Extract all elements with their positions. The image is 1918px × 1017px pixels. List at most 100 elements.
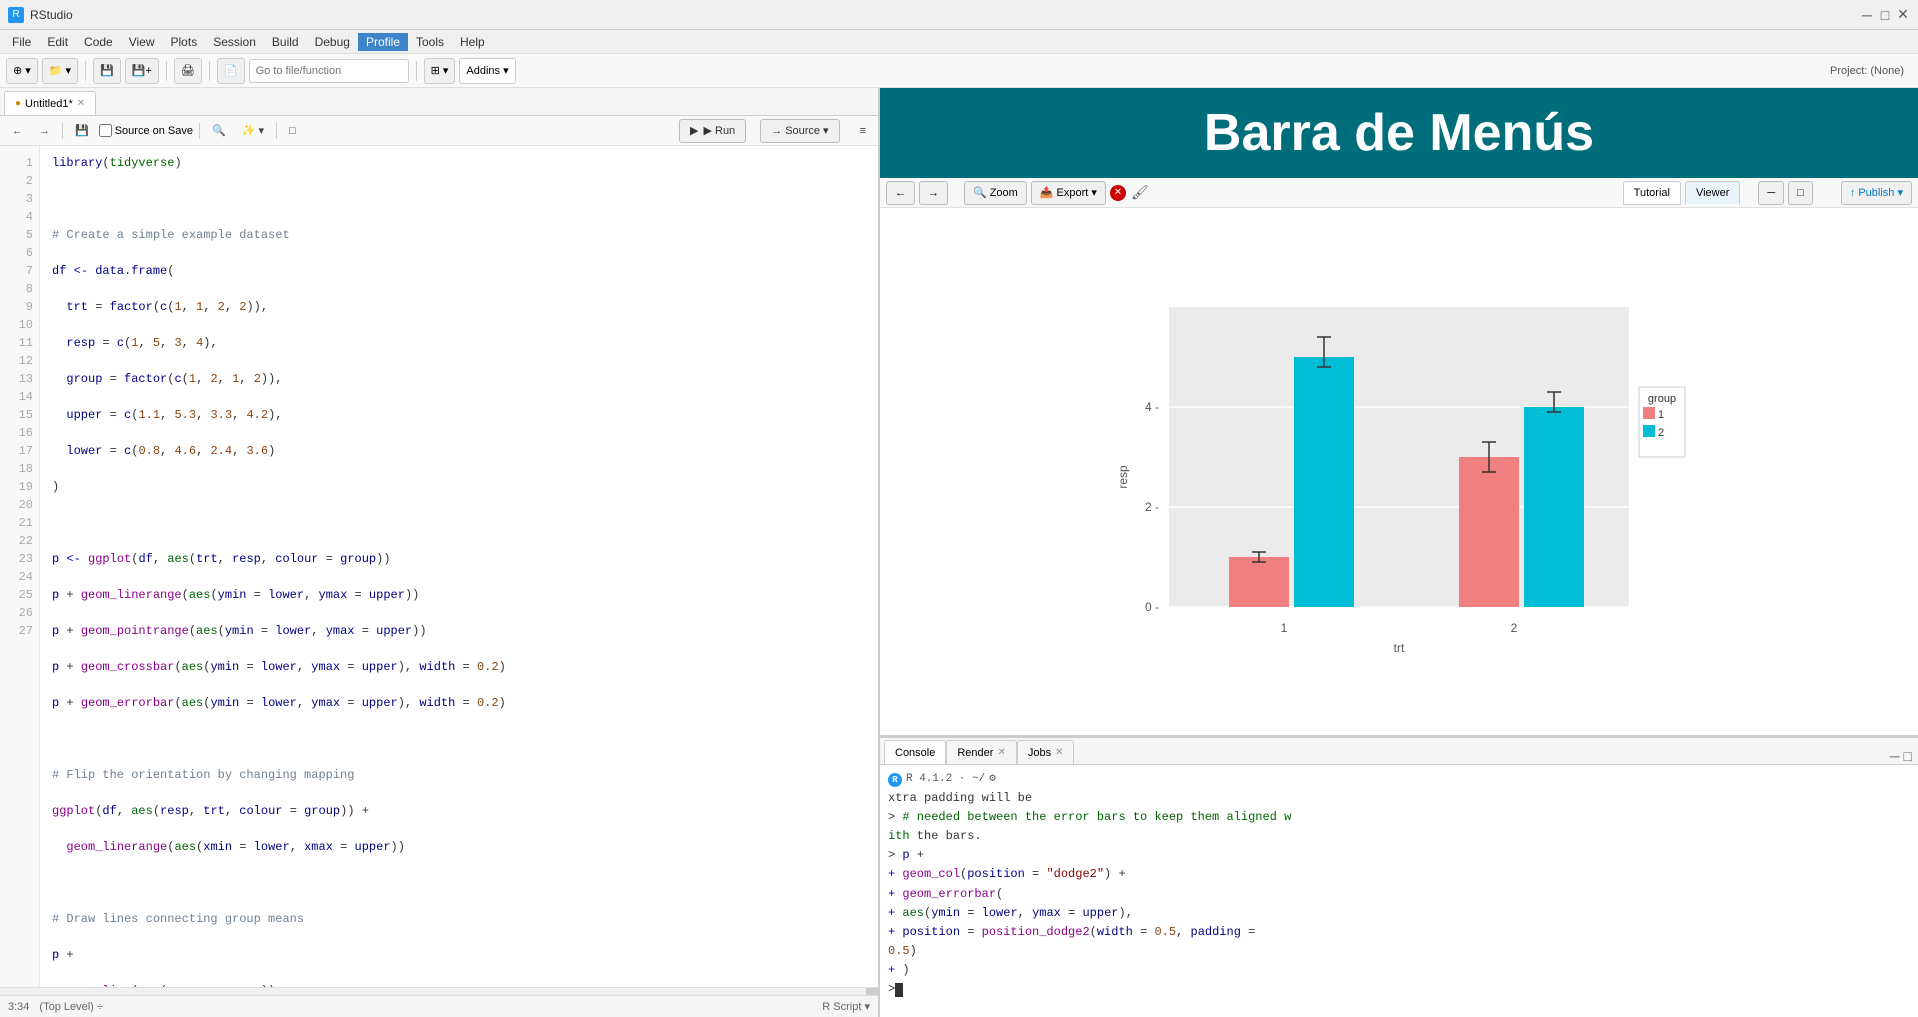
- console-line-8: + position = position_dodge2(width = 0.5…: [888, 923, 1910, 942]
- render-close-icon[interactable]: ✕: [997, 747, 1005, 758]
- menu-view[interactable]: View: [121, 33, 163, 51]
- zoom-icon: 🔍: [973, 186, 987, 199]
- editor-scrollbar[interactable]: [0, 987, 878, 995]
- print-button[interactable]: 🖨: [174, 58, 202, 84]
- plot-area: 0 - 2 - 4 - resp trt 1 2: [880, 208, 1918, 735]
- save-button[interactable]: 💾: [93, 58, 121, 84]
- source-button[interactable]: → Source ▾: [760, 119, 839, 143]
- console-minimize-button[interactable]: ─: [1890, 748, 1900, 764]
- plot-toolbar-left: ← → 🔍 Zoom 📤 Export ▾ ✕ 🖌: [886, 181, 1150, 205]
- panel-minimize-button[interactable]: ─: [1758, 181, 1784, 205]
- title-bar: R RStudio ─ □ ✕: [0, 0, 1918, 30]
- toolbar-separator-4: [416, 61, 417, 81]
- menu-edit[interactable]: Edit: [39, 33, 76, 51]
- script-type[interactable]: R Script ▾: [822, 1000, 870, 1013]
- console-line-9: 0.5): [888, 942, 1910, 961]
- legend-title: group: [1648, 393, 1676, 405]
- console-line-4: > p +: [888, 846, 1910, 865]
- publish-button[interactable]: ↑ Publish ▾: [1841, 181, 1912, 205]
- addins-dropdown[interactable]: Addins ▾: [459, 58, 515, 84]
- jobs-tab[interactable]: Jobs ✕: [1017, 740, 1075, 764]
- menu-help[interactable]: Help: [452, 33, 493, 51]
- export-button[interactable]: 📤 Export ▾: [1031, 181, 1106, 205]
- console-line-6: + geom_errorbar(: [888, 885, 1910, 904]
- publish-icon: ↑: [1850, 187, 1856, 199]
- run-label: ▶ Run: [703, 124, 735, 137]
- menu-code[interactable]: Code: [76, 33, 121, 51]
- wand-button[interactable]: ✨ ▾: [236, 120, 270, 142]
- plot-toolbar-right: Tutorial Viewer ─ □ ↑ Publish ▾: [1623, 181, 1912, 205]
- plot-back-button[interactable]: ←: [886, 181, 915, 205]
- back-button[interactable]: ←: [6, 120, 29, 142]
- y-tick-4: 4 -: [1145, 400, 1159, 414]
- console-tabs-left: Console Render ✕ Jobs ✕: [884, 740, 1074, 764]
- app-icon: R: [8, 7, 24, 23]
- forward-button[interactable]: →: [33, 120, 56, 142]
- open-file-button[interactable]: 📁 ▾: [42, 58, 78, 84]
- x-axis-label: trt: [1394, 641, 1405, 655]
- y-tick-0: 0 -: [1145, 600, 1159, 614]
- menu-file[interactable]: File: [4, 33, 39, 51]
- workspace-button[interactable]: ⊞ ▾: [424, 58, 456, 84]
- export-label: Export ▾: [1057, 186, 1097, 199]
- zoom-button[interactable]: 🔍 Zoom: [964, 181, 1027, 205]
- go-to-file-button[interactable]: 📄: [217, 58, 245, 84]
- plot-panel: ← → 🔍 Zoom 📤 Export ▾ ✕ 🖌: [880, 178, 1918, 737]
- code-editor[interactable]: 12345 678910 1112131415 1617181920 21222…: [0, 146, 878, 987]
- minimize-button[interactable]: ─: [1860, 8, 1874, 22]
- tutorial-tab[interactable]: Tutorial: [1623, 181, 1681, 205]
- tutorial-tab-label: Tutorial: [1634, 187, 1670, 199]
- menu-plots[interactable]: Plots: [163, 33, 206, 51]
- jobs-tab-label: Jobs: [1028, 747, 1051, 759]
- publish-label: Publish ▾: [1858, 186, 1903, 199]
- chart-svg: 0 - 2 - 4 - resp trt 1 2: [1109, 287, 1689, 657]
- r-icon: R: [888, 773, 902, 787]
- console-line-5: + geom_col(position = "dodge2") +: [888, 865, 1910, 884]
- editor-panel: ● Untitled1* ✕ ← → 💾 Source on Save 🔍 ✨ …: [0, 88, 880, 1017]
- jobs-close-icon[interactable]: ✕: [1055, 747, 1063, 758]
- menu-build[interactable]: Build: [264, 33, 307, 51]
- window-controls[interactable]: ─ □ ✕: [1860, 8, 1910, 22]
- editor-tab-bar: ● Untitled1* ✕: [0, 88, 878, 116]
- console-controls: ─ □: [1890, 748, 1918, 764]
- bar-trt2-group2: [1524, 407, 1584, 607]
- et-separator-3: [276, 123, 277, 139]
- console-line-2: > # needed between the error bars to kee…: [888, 808, 1910, 827]
- tab-close-icon[interactable]: ✕: [77, 98, 85, 109]
- editor-status-bar: 3:34 (Top Level) ÷ R Script ▾: [0, 995, 878, 1017]
- options-icon[interactable]: ⚙: [989, 771, 996, 789]
- new-file-button[interactable]: ⊕ ▾: [6, 58, 38, 84]
- layout-button[interactable]: □: [283, 120, 302, 142]
- et-separator-1: [62, 123, 63, 139]
- right-panel: Barra de Menús ← → 🔍 Zoom 📤 Export ▾: [880, 88, 1918, 1017]
- y-axis-label: resp: [1116, 465, 1130, 489]
- plot-forward-button[interactable]: →: [919, 181, 948, 205]
- maximize-button[interactable]: □: [1878, 8, 1892, 22]
- viewer-tab[interactable]: Viewer: [1685, 181, 1740, 205]
- console-maximize-button[interactable]: □: [1904, 748, 1912, 764]
- render-tab[interactable]: Render ✕: [946, 740, 1016, 764]
- legend-color-2: [1643, 425, 1655, 437]
- line-numbers: 12345 678910 1112131415 1617181920 21222…: [0, 146, 40, 987]
- source-on-save-input[interactable]: [99, 124, 112, 137]
- save-all-button[interactable]: 💾+: [125, 58, 159, 84]
- menu-session[interactable]: Session: [205, 33, 264, 51]
- save-icon-button[interactable]: 💾: [69, 120, 95, 142]
- code-text[interactable]: library(tidyverse) # Create a simple exa…: [40, 146, 878, 987]
- panel-maximize-button[interactable]: □: [1788, 181, 1813, 205]
- menu-debug[interactable]: Debug: [307, 33, 358, 51]
- search-button[interactable]: 🔍: [206, 120, 232, 142]
- go-to-file-input[interactable]: [249, 59, 409, 83]
- run-button[interactable]: ▶ ▶ Run: [679, 119, 746, 143]
- menu-tools[interactable]: Tools: [408, 33, 452, 51]
- source-on-save-checkbox[interactable]: Source on Save: [99, 124, 193, 137]
- console-tab[interactable]: Console: [884, 740, 946, 764]
- console-line-3: ith the bars.: [888, 827, 1910, 846]
- editor-tab-untitled1[interactable]: ● Untitled1* ✕: [4, 91, 96, 115]
- source-arrow-icon: →: [771, 125, 782, 137]
- brush-button[interactable]: 🖌: [1130, 183, 1150, 203]
- close-button[interactable]: ✕: [1896, 8, 1910, 22]
- close-plot-button[interactable]: ✕: [1110, 185, 1126, 201]
- lines-button[interactable]: ≡: [854, 120, 872, 142]
- menu-profile[interactable]: Profile: [358, 33, 408, 51]
